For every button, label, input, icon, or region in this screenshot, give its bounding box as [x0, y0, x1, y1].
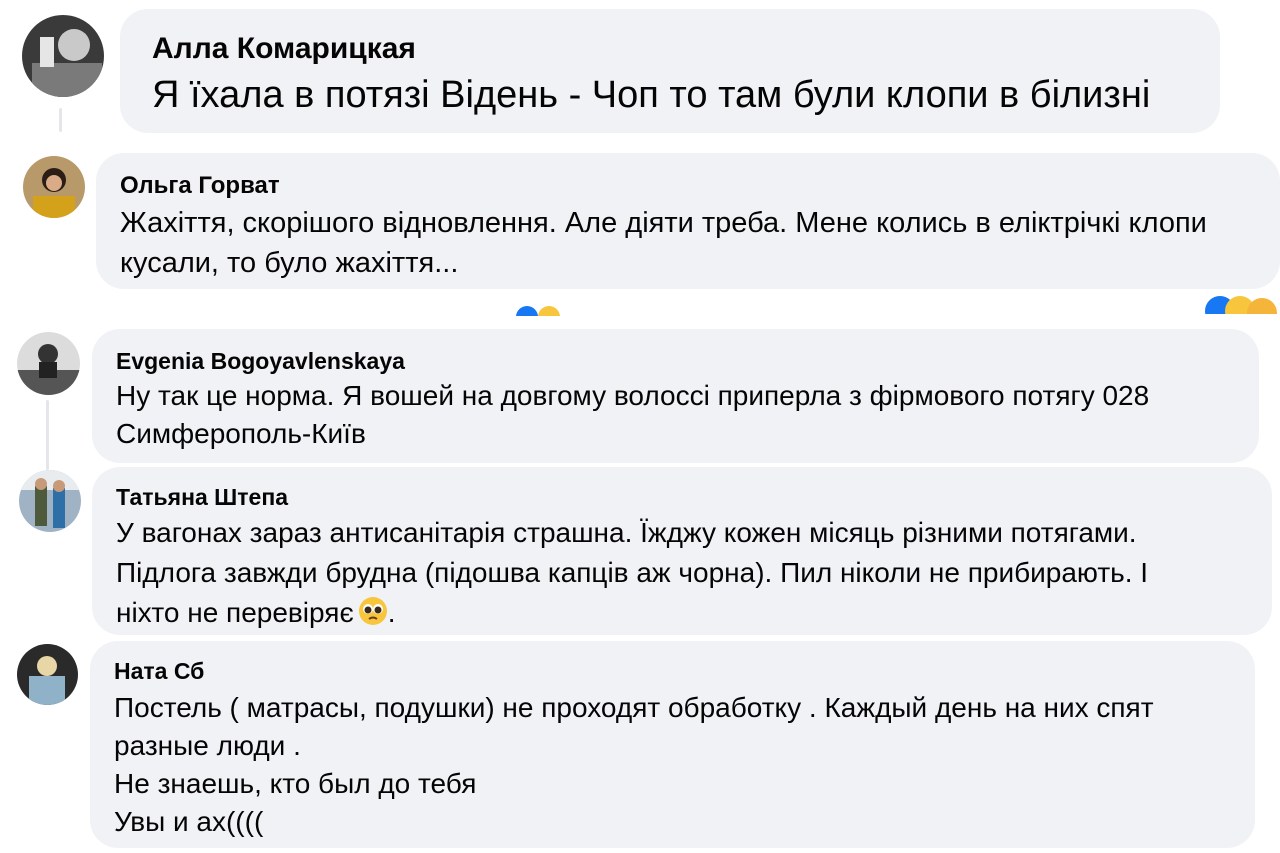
- comment-text-last: ніхто не перевіряє.: [116, 593, 1272, 633]
- like-reaction-icon: [516, 306, 538, 316]
- comment-bubble: Evgenia Bogoyavlenskaya Ну так це норма.…: [92, 329, 1259, 463]
- comment-author[interactable]: Ната Сб: [114, 657, 1255, 685]
- avatar[interactable]: [22, 15, 104, 97]
- comment-period: .: [387, 597, 396, 628]
- comment-bubble: Ната Сб Постель ( матрасы, подушки) не п…: [90, 641, 1255, 848]
- comment-bubble: Ольга Горват Жахіття, скорішого відновле…: [96, 153, 1280, 289]
- comment-author[interactable]: Ольга Горват: [120, 171, 1280, 201]
- thread-line: [46, 400, 49, 470]
- comment-text: кусали, то було жахіття...: [120, 247, 459, 279]
- comment-text: Не знаешь, кто был до тебя: [114, 768, 477, 799]
- comment-text: Симферополь-Київ: [116, 418, 366, 449]
- comment-author[interactable]: Evgenia Bogoyavlenskaya: [116, 347, 1259, 375]
- avatar[interactable]: [17, 644, 78, 705]
- avatar[interactable]: [23, 156, 85, 218]
- comment-text: Підлога завжди брудна (підошва капців аж…: [116, 557, 1149, 588]
- comment-text: Жахіття, скорішого відновлення. Але діят…: [120, 207, 1207, 239]
- comment-text: У вагонах зараз антисанітарія страшна. Ї…: [116, 517, 1137, 548]
- comment-text: ніхто не перевіряє: [116, 597, 354, 628]
- comment-text: разные люди .: [114, 730, 301, 761]
- comment-text: Ну так це норма. Я вошей на довгому воло…: [116, 380, 1150, 411]
- avatar[interactable]: [19, 470, 81, 532]
- reaction-summary[interactable]: [510, 306, 570, 316]
- haha-reaction-icon: [538, 306, 560, 316]
- pleading-face-emoji-icon: [358, 596, 388, 626]
- comment-author[interactable]: Татьяна Штепа: [116, 483, 1272, 511]
- reaction-summary[interactable]: [1185, 296, 1280, 314]
- comment-text: Постель ( матрасы, подушки) не проходят …: [114, 692, 1154, 723]
- comment-bubble: Татьяна Штепа У вагонах зараз антисаніта…: [92, 467, 1272, 635]
- comment-author[interactable]: Алла Комарицкая: [152, 31, 1220, 67]
- comment-text: Я їхала в потязі Відень - Чоп то там бул…: [152, 74, 1151, 116]
- comment-bubble: Алла Комарицкая Я їхала в потязі Відень …: [120, 9, 1220, 133]
- comment-text: Увы и ах((((: [114, 806, 264, 837]
- avatar[interactable]: [17, 332, 80, 395]
- thread-line: [59, 108, 62, 132]
